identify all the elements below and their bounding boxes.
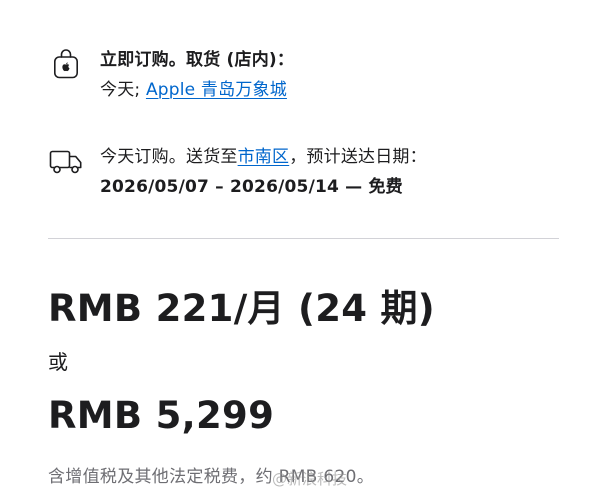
watermark: @新浪科技 [272,470,348,488]
pickup-heading: 立即订购。取货 (店内)： [100,50,295,70]
delivery-date-range: 2026/05/07 – 2026/05/14 — 免费 [100,177,403,197]
shopping-bag-apple-icon [48,46,84,82]
monthly-price: RMB 221/月 (24 期) [48,287,436,330]
section-divider [48,238,559,239]
full-price: RMB 5,299 [48,394,275,437]
pickup-section: 立即订购。取货 (店内)： 今天; Apple 青岛万象城 [48,45,294,105]
delivery-text-suffix: ，预计送达日期： [289,147,427,167]
pickup-info: 立即订购。取货 (店内)： 今天; Apple 青岛万象城 [100,45,294,105]
delivery-line: 今天订购。送货至市南区，预计送达日期： [100,142,427,172]
or-label: 或 [48,350,69,374]
store-link[interactable]: Apple 青岛万象城 [146,80,287,100]
pickup-day: 今天; [100,80,146,100]
delivery-truck-icon [48,143,84,179]
delivery-section: 今天订购。送货至市南区，预计送达日期： 2026/05/07 – 2026/05… [48,142,427,202]
delivery-text-prefix: 今天订购。送货至 [100,147,238,167]
delivery-info: 今天订购。送货至市南区，预计送达日期： 2026/05/07 – 2026/05… [100,142,427,202]
district-link[interactable]: 市南区 [238,147,290,167]
pickup-store-line: 今天; Apple 青岛万象城 [100,75,294,105]
